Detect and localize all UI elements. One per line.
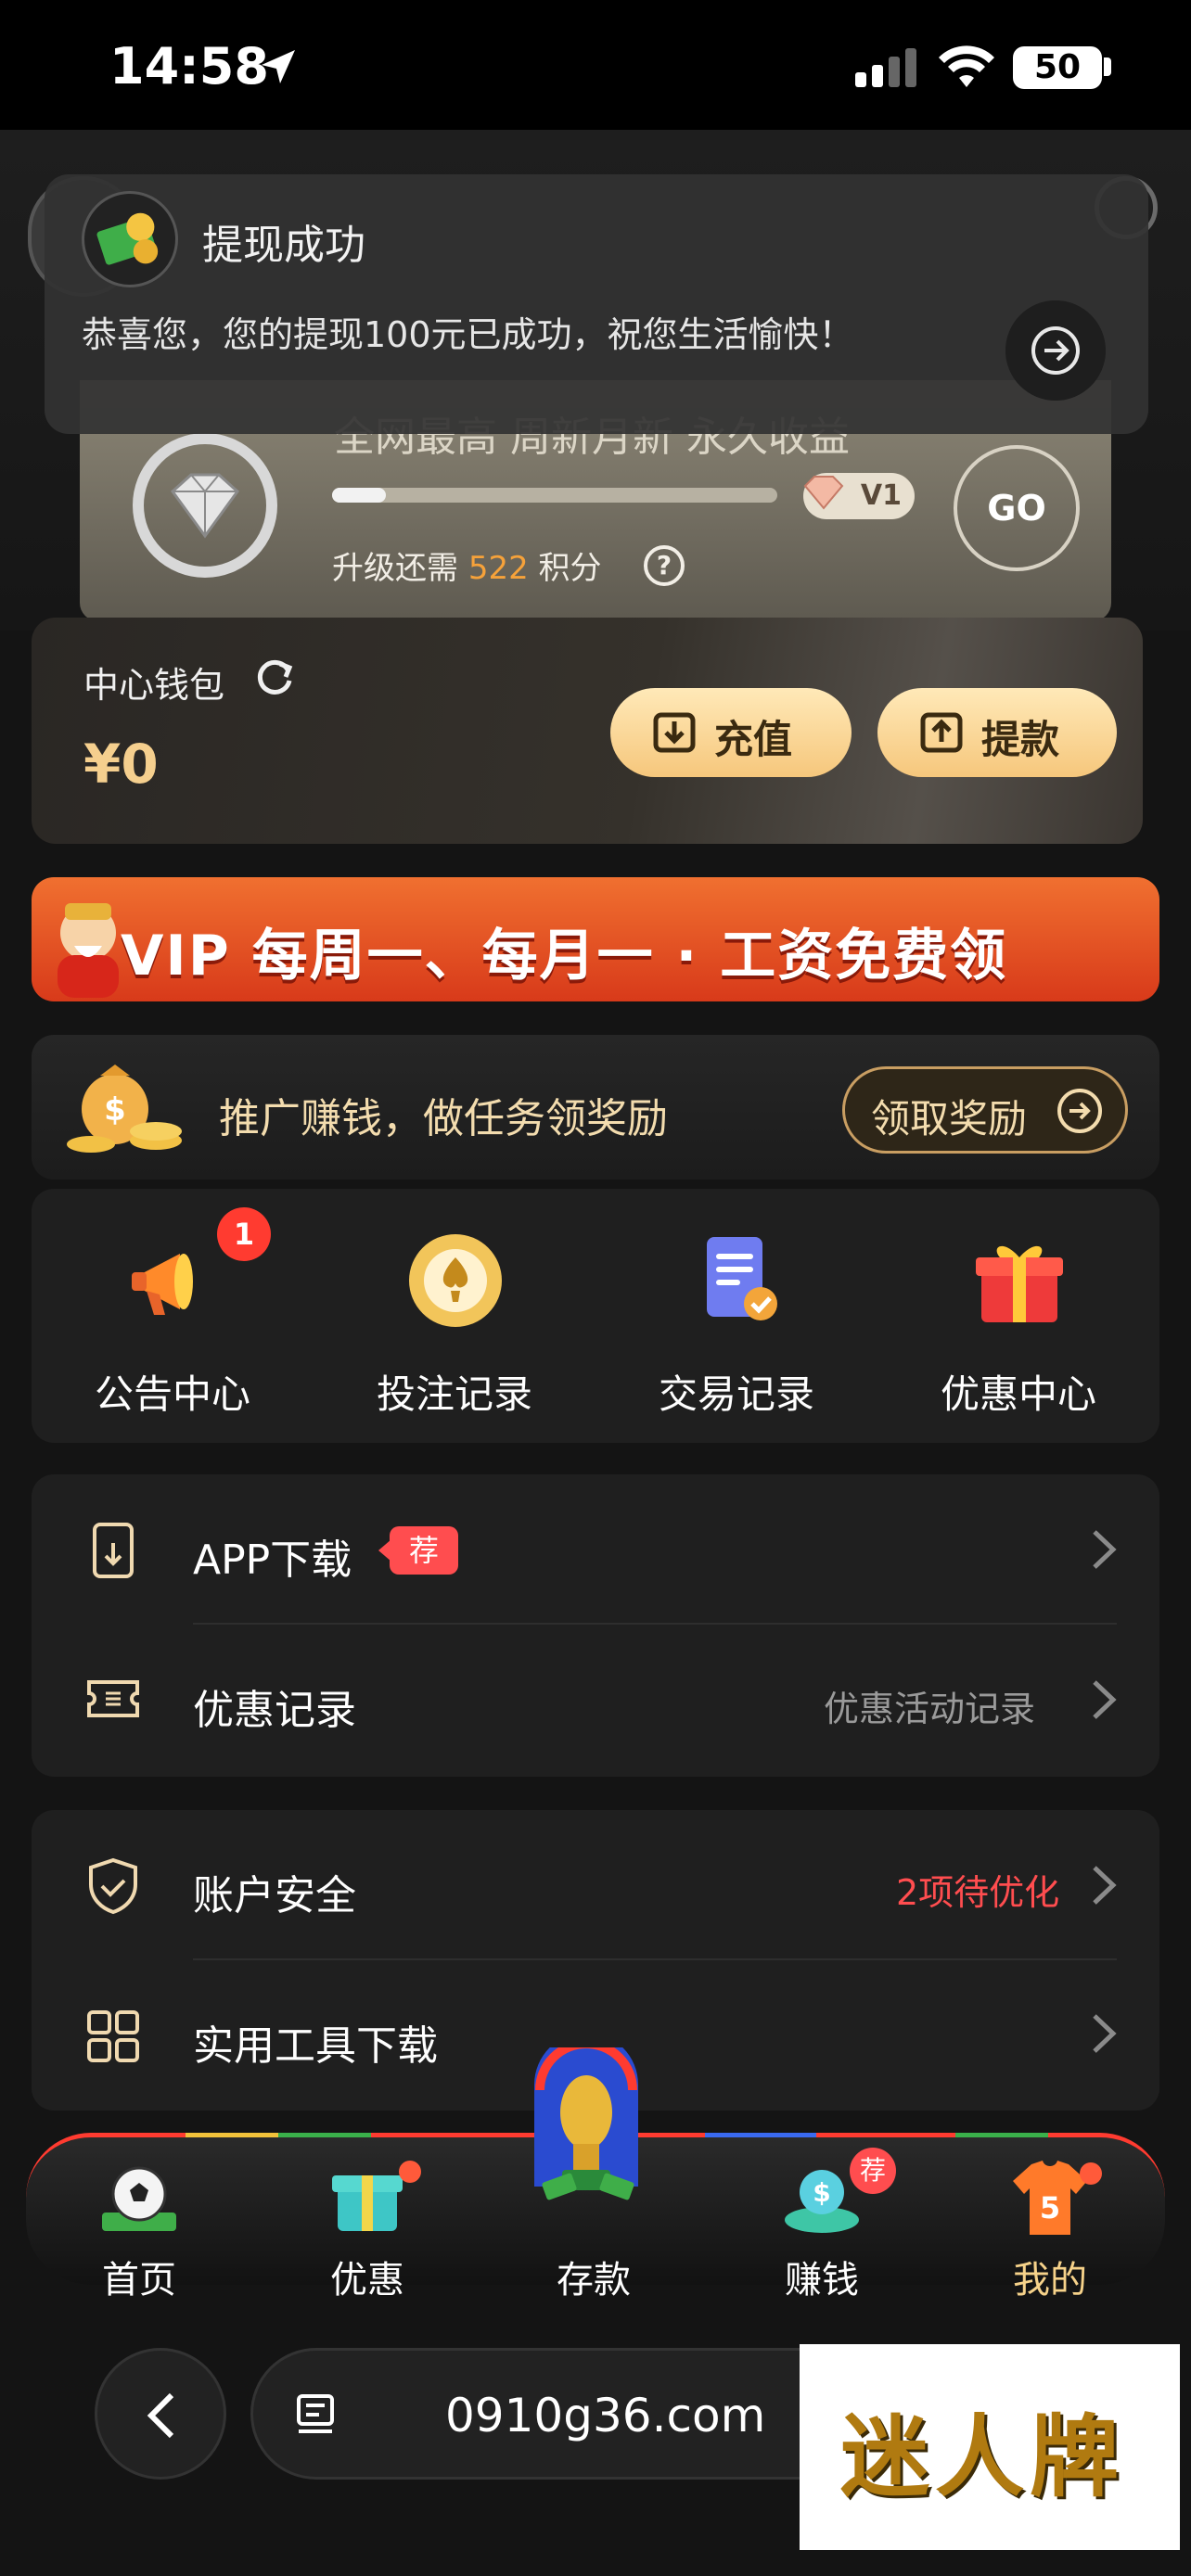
upgrade-requirement: 升级还需 522 积分 — [332, 542, 602, 588]
quick-action-label: 交易记录 — [658, 1371, 814, 1417]
cellular-signal-icon — [855, 48, 916, 87]
list-item-label: 优惠记录 — [193, 1687, 356, 1734]
quick-action-label: 投注记录 — [376, 1371, 532, 1417]
tab-label: 优惠 — [330, 2259, 404, 2302]
chevron-right-icon — [1093, 1866, 1117, 1905]
diamond-level-icon — [133, 433, 277, 578]
wallet-balance: ¥0 — [83, 733, 159, 796]
vip-go-button[interactable]: GO — [954, 445, 1080, 571]
tab-label: 首页 — [102, 2259, 176, 2302]
chevron-right-icon — [1093, 1680, 1117, 1719]
ticket-icon — [87, 1680, 139, 1717]
chevron-right-icon — [1093, 2014, 1117, 2053]
recharge-label: 充值 — [714, 717, 793, 762]
tab-bar-accent — [186, 2133, 278, 2137]
shield-check-icon — [89, 1857, 137, 1915]
wifi-icon — [939, 45, 994, 87]
quick-action-transactions[interactable]: 交易记录 — [634, 1224, 839, 1428]
browser-back-button[interactable] — [95, 2348, 226, 2480]
upgrade-points: 522 — [467, 550, 529, 587]
gift-icon — [976, 1245, 1063, 1322]
tab-profile[interactable]: 5 我的 — [976, 2142, 1124, 2302]
download-box-icon — [653, 712, 696, 753]
soccer-icon — [102, 2166, 176, 2231]
claim-reward-label: 领取奖励 — [871, 1096, 1028, 1141]
arrow-right-circle-icon — [1057, 1089, 1102, 1133]
list-item-label: 实用工具下载 — [193, 2022, 438, 2070]
svg-text:$: $ — [104, 1091, 126, 1129]
arrow-right-circle-icon[interactable] — [1005, 300, 1106, 401]
url-text: 0910g36.com — [445, 2389, 766, 2442]
chip-icon — [409, 1234, 502, 1327]
wallet-title: 中心钱包 — [83, 665, 225, 706]
list-item-label: 账户安全 — [193, 1872, 356, 1919]
money-bag-icon: $ — [67, 1065, 182, 1153]
list-item-subtext: 优惠活动记录 — [824, 1689, 1036, 1729]
withdraw-button[interactable]: 提款 — [877, 688, 1117, 777]
quick-action-label: 公告中心 — [94, 1371, 250, 1417]
toast-title: 提现成功 — [202, 222, 365, 269]
quick-action-promotions[interactable]: 优惠中心 — [916, 1224, 1121, 1428]
notification-badge: 1 — [217, 1207, 271, 1261]
tab-promotions[interactable]: 优惠 — [293, 2142, 442, 2302]
status-time: 14:58 — [109, 37, 269, 96]
tab-switcher-icon[interactable] — [293, 2391, 339, 2441]
upload-box-icon — [920, 712, 963, 753]
grid-apps-icon — [87, 2010, 139, 2062]
upgrade-suffix: 积分 — [538, 550, 602, 587]
withdraw-label: 提款 — [981, 717, 1060, 762]
tab-bar-accent — [705, 2133, 816, 2137]
tab-label: 我的 — [1013, 2259, 1087, 2302]
tab-notification-dot — [399, 2161, 421, 2183]
battery-level: 50 — [1013, 46, 1102, 89]
watermark-text: 迷人牌 — [840, 2405, 1124, 2509]
upgrade-prefix: 升级还需 — [332, 550, 458, 587]
trophy-icon[interactable] — [516, 2047, 657, 2229]
gem-icon — [803, 476, 844, 510]
recharge-button[interactable]: 充值 — [610, 688, 852, 777]
tab-bar-accent — [278, 2133, 371, 2137]
location-arrow-icon — [262, 50, 295, 83]
chevron-left-icon — [147, 2392, 174, 2439]
battery-tip — [1104, 57, 1111, 76]
quick-action-bet-records[interactable]: 投注记录 — [352, 1224, 557, 1428]
chevron-right-icon — [1093, 1530, 1117, 1569]
vip-progress-track — [332, 488, 777, 503]
jersey-number: 5 — [1040, 2190, 1060, 2225]
security-warning-text: 2项待优化 — [896, 1872, 1060, 1913]
tab-bar-accent — [955, 2133, 1048, 2137]
svg-text:$: $ — [813, 2177, 830, 2208]
refresh-icon[interactable] — [250, 653, 297, 699]
recommend-tag: 荐 — [390, 1526, 458, 1575]
recommend-tag: 荐 — [850, 2148, 896, 2194]
promotion-text: 推广赚钱，做任务领奖励 — [219, 1095, 668, 1142]
money-stack-icon — [82, 191, 178, 287]
list-item-label: APP下载 — [193, 1537, 352, 1584]
phone-download-icon — [93, 1523, 134, 1578]
vip-progress-fill — [332, 488, 386, 503]
tab-label: 赚钱 — [785, 2259, 859, 2302]
quick-action-label: 优惠中心 — [940, 1371, 1096, 1417]
claim-reward-button[interactable]: 领取奖励 — [842, 1066, 1128, 1154]
document-icon — [707, 1237, 777, 1320]
toast-message: 恭喜您，您的提现100元已成功，祝您生活愉快！ — [82, 314, 854, 355]
tab-label: 存款 — [557, 2259, 631, 2302]
tab-home[interactable]: 首页 — [65, 2142, 213, 2302]
help-question-icon[interactable]: ? — [644, 545, 685, 586]
banner-text: VIP 每周一、每月一 · 工资免费领 — [121, 924, 1008, 988]
tab-notification-dot — [1080, 2162, 1102, 2185]
megaphone-icon — [132, 1254, 193, 1315]
